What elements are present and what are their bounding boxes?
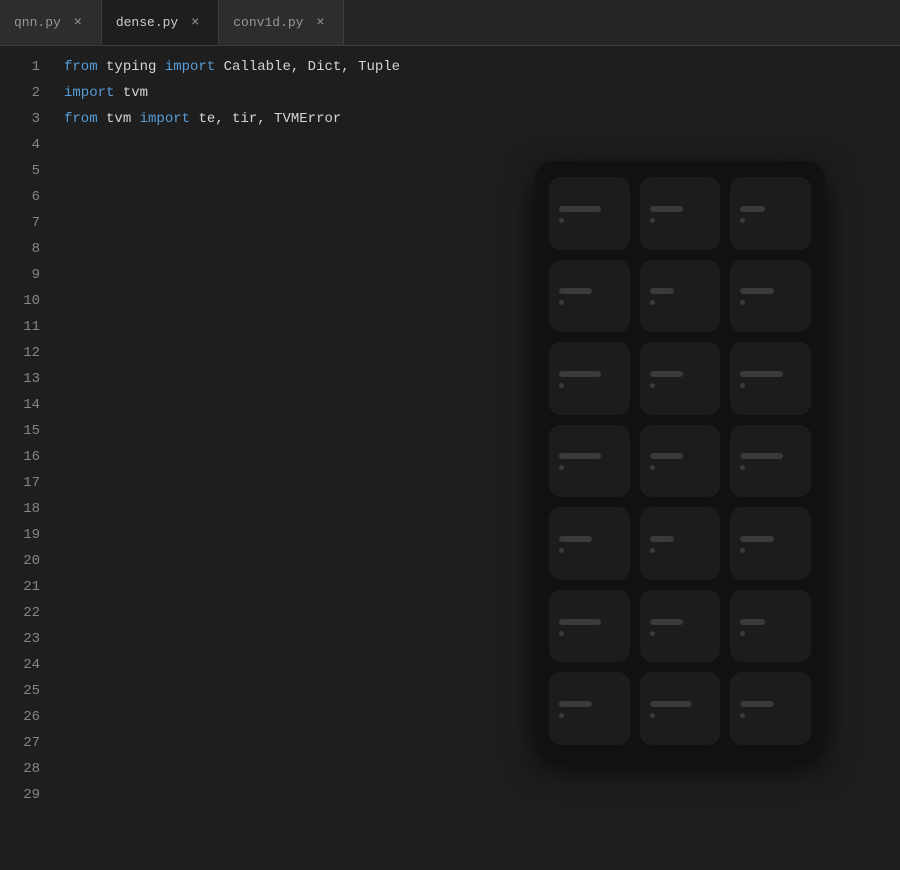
card-dot xyxy=(740,631,745,636)
card-line xyxy=(740,288,773,294)
card-dot xyxy=(650,218,655,223)
card-dot xyxy=(559,465,564,470)
card-dot xyxy=(650,383,655,388)
overlay-card-3-3[interactable] xyxy=(730,342,811,415)
card-line xyxy=(740,206,764,212)
overlay-panel xyxy=(535,161,825,761)
tab-conv1d-close[interactable]: × xyxy=(311,14,329,32)
tab-qnn-label: qnn.py xyxy=(14,15,61,30)
card-dot xyxy=(559,218,564,223)
tab-bar: qnn.py × dense.py × conv1d.py × xyxy=(0,0,900,46)
code-text-3a: tvm xyxy=(98,111,140,127)
overlay-card-3-2[interactable] xyxy=(640,342,721,415)
tab-dense[interactable]: dense.py × xyxy=(102,0,219,45)
card-dot xyxy=(740,713,745,718)
tab-qnn[interactable]: qnn.py × xyxy=(0,0,102,45)
card-dot xyxy=(650,713,655,718)
card-dot xyxy=(740,465,745,470)
card-dot xyxy=(559,300,564,305)
overlay-card-2-2[interactable] xyxy=(640,260,721,333)
overlay-card-4-3[interactable] xyxy=(730,425,811,498)
card-line xyxy=(559,536,592,542)
keyword-from-3: from xyxy=(64,111,98,127)
card-dot xyxy=(740,218,745,223)
code-text-3b: te, tir, TVMError xyxy=(190,111,341,127)
overlay-card-1-2[interactable] xyxy=(640,177,721,250)
overlay-card-3-1[interactable] xyxy=(549,342,630,415)
card-line xyxy=(650,619,683,625)
card-line xyxy=(650,371,683,377)
card-dot xyxy=(559,548,564,553)
tab-qnn-close[interactable]: × xyxy=(69,14,87,32)
tab-conv1d[interactable]: conv1d.py × xyxy=(219,0,344,45)
code-text-1b: Callable, Dict, Tuple xyxy=(215,59,400,75)
card-line xyxy=(650,288,674,294)
card-line xyxy=(650,536,674,542)
card-dot xyxy=(559,383,564,388)
keyword-from-1: from xyxy=(64,59,98,75)
code-line-1: from typing import Callable, Dict, Tuple xyxy=(64,54,900,80)
keyword-import-2: import xyxy=(64,85,114,101)
card-line xyxy=(740,619,764,625)
card-dot xyxy=(740,300,745,305)
tab-conv1d-label: conv1d.py xyxy=(233,15,303,30)
card-line xyxy=(559,701,592,707)
overlay-card-5-1[interactable] xyxy=(549,507,630,580)
code-line-29 xyxy=(64,782,900,808)
overlay-card-2-3[interactable] xyxy=(730,260,811,333)
overlay-card-4-1[interactable] xyxy=(549,425,630,498)
card-line xyxy=(650,206,683,212)
line-numbers: 12345 678910 1112131415 1617181920 21222… xyxy=(0,46,56,870)
code-line-4 xyxy=(64,132,900,158)
card-line xyxy=(650,701,692,707)
card-dot xyxy=(740,548,745,553)
card-line xyxy=(740,371,782,377)
card-line xyxy=(559,619,601,625)
overlay-card-7-3[interactable] xyxy=(730,672,811,745)
card-line xyxy=(559,288,592,294)
code-line-2: import tvm xyxy=(64,80,900,106)
card-line xyxy=(559,206,601,212)
card-line xyxy=(740,536,773,542)
card-line xyxy=(650,453,683,459)
card-line xyxy=(559,453,601,459)
code-area: 12345 678910 1112131415 1617181920 21222… xyxy=(0,46,900,870)
code-line-3: from tvm import te, tir, TVMError xyxy=(64,106,900,132)
card-dot xyxy=(559,713,564,718)
card-dot xyxy=(559,631,564,636)
overlay-card-6-3[interactable] xyxy=(730,590,811,663)
card-line xyxy=(740,453,782,459)
code-text-2: tvm xyxy=(114,85,148,101)
overlay-card-5-3[interactable] xyxy=(730,507,811,580)
overlay-card-7-2[interactable] xyxy=(640,672,721,745)
card-dot xyxy=(650,300,655,305)
overlay-card-4-2[interactable] xyxy=(640,425,721,498)
keyword-import-1: import xyxy=(165,59,215,75)
card-dot xyxy=(650,631,655,636)
card-dot xyxy=(650,465,655,470)
card-dot xyxy=(740,383,745,388)
card-line xyxy=(559,371,601,377)
overlay-card-1-1[interactable] xyxy=(549,177,630,250)
tab-dense-label: dense.py xyxy=(116,15,178,30)
overlay-card-1-3[interactable] xyxy=(730,177,811,250)
overlay-card-6-1[interactable] xyxy=(549,590,630,663)
card-line xyxy=(740,701,773,707)
overlay-card-5-2[interactable] xyxy=(640,507,721,580)
code-text-1a: typing xyxy=(98,59,165,75)
overlay-card-2-1[interactable] xyxy=(549,260,630,333)
tab-dense-close[interactable]: × xyxy=(186,14,204,32)
overlay-card-6-2[interactable] xyxy=(640,590,721,663)
overlay-card-7-1[interactable] xyxy=(549,672,630,745)
keyword-import-3: import xyxy=(140,111,190,127)
card-dot xyxy=(650,548,655,553)
